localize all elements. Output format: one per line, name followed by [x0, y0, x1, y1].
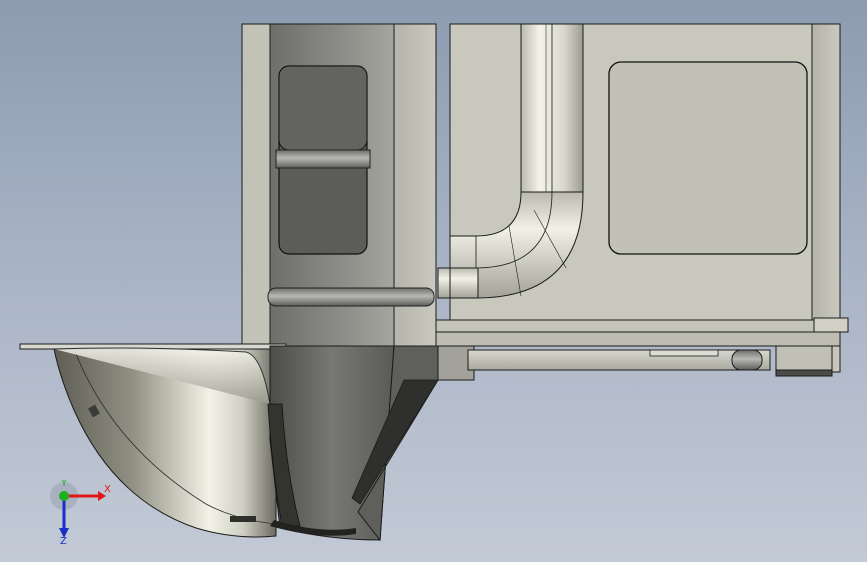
- y-axis-dot: [59, 491, 69, 501]
- lower-rail: [437, 345, 771, 381]
- housing-right-cabinet: [435, 23, 849, 377]
- cad-graphics-viewport[interactable]: X Y Z: [0, 0, 867, 562]
- housing-left-block: [241, 23, 437, 347]
- coordinate-triad: X Y Z: [50, 480, 111, 544]
- discharge-chute: [267, 345, 439, 542]
- x-axis-label: X: [104, 484, 111, 495]
- cad-model-view[interactable]: [0, 0, 867, 562]
- y-axis-label: Y: [60, 480, 68, 489]
- z-axis-label: Z: [60, 536, 67, 544]
